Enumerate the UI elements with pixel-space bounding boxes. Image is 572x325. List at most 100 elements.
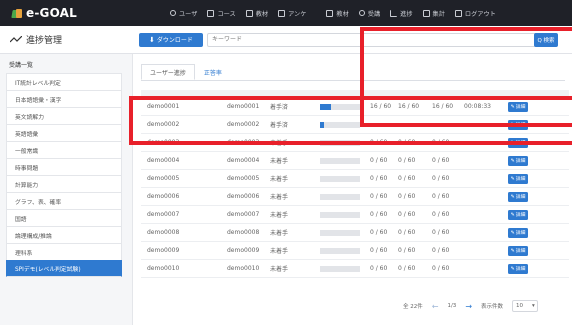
progress-bar: [320, 265, 360, 272]
table-row[interactable]: demo0006 demo0006 未着手 0 / 60 0 / 60 0 / 60 ✎ 詳細: [141, 188, 569, 206]
cell-status: 未着手: [270, 230, 289, 237]
nav-label: 教材: [255, 10, 269, 18]
cell-status: 未着手: [270, 176, 289, 183]
nav-courses[interactable]: コース: [207, 9, 236, 18]
cell-score-3: 0 / 60: [432, 229, 450, 236]
table-row[interactable]: demo0001 demo0001 着手済 16 / 60 16 / 60 16 / 60…: [141, 98, 569, 116]
cell-action: ✎ 詳細: [508, 209, 536, 220]
cell-action: ✎ 詳細: [508, 173, 536, 184]
sidebar-item[interactable]: SPIデモ(レベル判定試験): [6, 260, 122, 277]
nav-label: 集計: [432, 10, 445, 18]
table-row[interactable]: demo0008 demo0008 未着手 0 / 60 0 / 60 0 / 60 ✎ 詳細: [141, 224, 569, 242]
cell-progress: [316, 139, 364, 146]
table-row[interactable]: demo0005 demo0005 未着手 0 / 60 0 / 60 0 / 60 ✎ 詳細: [141, 170, 569, 188]
cell-score-1: 16 / 60: [370, 103, 392, 110]
sidebar: 受講一覧 IT統計レベル判定 日本語語彙・漢字 英文読解力 英語語彙 一般常識 時事問題計…: [0, 54, 132, 325]
tab-accuracy[interactable]: 正答率: [195, 64, 231, 80]
nav-logout[interactable]: ログアウト: [454, 9, 496, 18]
nav-label: 教材: [336, 10, 349, 18]
sidebar-item[interactable]: グラフ、表、確率: [6, 192, 122, 209]
detail-button[interactable]: ✎ 詳細: [508, 155, 528, 166]
table-row[interactable]: demo0004 demo0004 未着手 0 / 60 0 / 60 0 / 60 ✎ 詳細: [141, 152, 569, 170]
cell-user-name: demo0008: [227, 229, 260, 236]
detail-button[interactable]: ✎ 詳細: [508, 101, 528, 112]
table-row[interactable]: demo0007 demo0007 未着手 0 / 60 0 / 60 0 / 60 ✎ 詳細: [141, 206, 569, 224]
cell-score-3: 0 / 60: [432, 139, 450, 146]
detail-button[interactable]: ✎ 詳細: [508, 209, 528, 220]
sidebar-title: 受講一覧: [9, 62, 34, 69]
cell-status: 未着手: [270, 212, 289, 219]
cell-status: 未着手: [270, 194, 289, 201]
nav-materials[interactable]: 教材: [245, 9, 269, 18]
pencil-icon: ✎: [510, 229, 515, 236]
sidebar-item[interactable]: IT統計レベル判定: [6, 73, 122, 90]
detail-button[interactable]: ✎ 詳細: [508, 119, 528, 130]
pencil-icon: ✎: [510, 265, 515, 272]
sidebar-item[interactable]: 英文読解力: [6, 107, 122, 124]
detail-button[interactable]: ✎ 詳細: [508, 137, 528, 148]
search-button[interactable]: Q 検索: [534, 33, 558, 47]
nav-users[interactable]: ユーザ: [170, 9, 197, 18]
cell-score-2: 0 / 60: [398, 193, 416, 200]
cell-action: ✎ 詳細: [508, 227, 536, 238]
sidebar-item[interactable]: 国語: [6, 209, 122, 226]
table-row[interactable]: demo0009 demo0009 未着手 0 / 60 0 / 60 0 / 60 ✎ 詳細: [141, 242, 569, 260]
cell-score-3: 0 / 60: [432, 193, 450, 200]
sidebar-item[interactable]: 日本語語彙・漢字: [6, 90, 122, 107]
next-page-icon[interactable]: →: [465, 302, 472, 311]
detail-button[interactable]: ✎ 詳細: [508, 191, 528, 202]
trend-icon: [390, 9, 398, 17]
sidebar-item[interactable]: 英語語彙: [6, 124, 122, 141]
total-count: 全 22件: [403, 304, 423, 310]
table-row[interactable]: demo0002 demo0002 着手済 ✎ 詳細: [141, 116, 569, 134]
cell-progress: [316, 175, 364, 182]
nav-materials-2[interactable]: 教材: [326, 9, 349, 18]
sidebar-item[interactable]: 計算能力: [6, 175, 122, 192]
detail-label: 詳細: [515, 177, 526, 182]
play-icon: [358, 10, 365, 16]
app-logo[interactable]: e-GOAL: [11, 6, 130, 20]
table-body: demo0001 demo0001 着手済 16 / 60 16 / 60 16 / 60…: [141, 98, 569, 278]
download-button[interactable]: ⬇ ダウンロード: [139, 32, 203, 47]
cell-status: 着手済: [270, 122, 289, 129]
cell-score-2: 0 / 60: [398, 247, 416, 254]
cell-time: 00:08:33: [464, 103, 491, 110]
detail-label: 詳細: [515, 105, 526, 110]
progress-bar: [320, 229, 360, 236]
cell-score-2: 0 / 60: [398, 265, 416, 272]
cell-user-id: demo0002: [147, 121, 180, 128]
table-row[interactable]: demo0010 demo0010 未着手 0 / 60 0 / 60 0 / 60 ✎ 詳細: [141, 260, 569, 278]
nav-progress[interactable]: 進捗: [390, 9, 413, 18]
cell-status: 未着手: [270, 140, 289, 147]
sidebar-item[interactable]: 理科系: [6, 243, 122, 260]
table-row[interactable]: demo0003 demo0003 未着手 0 / 60 0 / 60 0 / 60 ✎ 詳細: [141, 134, 569, 152]
progress-bar: [320, 139, 360, 146]
detail-label: 詳細: [515, 141, 526, 146]
tab-user-progress[interactable]: ユーザー進捗: [141, 64, 195, 80]
detail-button[interactable]: ✎ 詳細: [508, 245, 528, 256]
per-page-select[interactable]: 10 ▾: [512, 300, 539, 312]
cell-score-1: 0 / 60: [370, 211, 388, 218]
progress-bar: [320, 211, 360, 218]
nav-surveys[interactable]: アンケ: [278, 9, 306, 18]
progress-bar: [320, 103, 360, 110]
detail-label: 詳細: [515, 267, 526, 272]
nav-enroll[interactable]: 受講: [358, 9, 380, 18]
book-icon: [326, 9, 334, 17]
search-input[interactable]: [207, 32, 547, 47]
sidebar-item[interactable]: 論理構成/推論: [6, 226, 122, 243]
detail-button[interactable]: ✎ 詳細: [508, 263, 528, 274]
detail-button[interactable]: ✎ 詳細: [508, 227, 528, 238]
cell-action: ✎ 詳細: [508, 101, 536, 112]
prev-page-icon[interactable]: ←: [432, 302, 439, 311]
pencil-icon: ✎: [510, 121, 515, 128]
nav-label: ユーザ: [179, 10, 198, 18]
detail-button[interactable]: ✎ 詳細: [508, 173, 528, 184]
progress-bar: [320, 157, 360, 164]
nav-stats[interactable]: 集計: [422, 9, 445, 18]
person-icon: [170, 10, 176, 16]
sidebar-item[interactable]: 時事問題: [6, 158, 122, 175]
cell-status: 未着手: [270, 266, 289, 273]
sidebar-item[interactable]: 一般常識: [6, 141, 122, 158]
page-title: 進捗管理: [0, 33, 139, 46]
